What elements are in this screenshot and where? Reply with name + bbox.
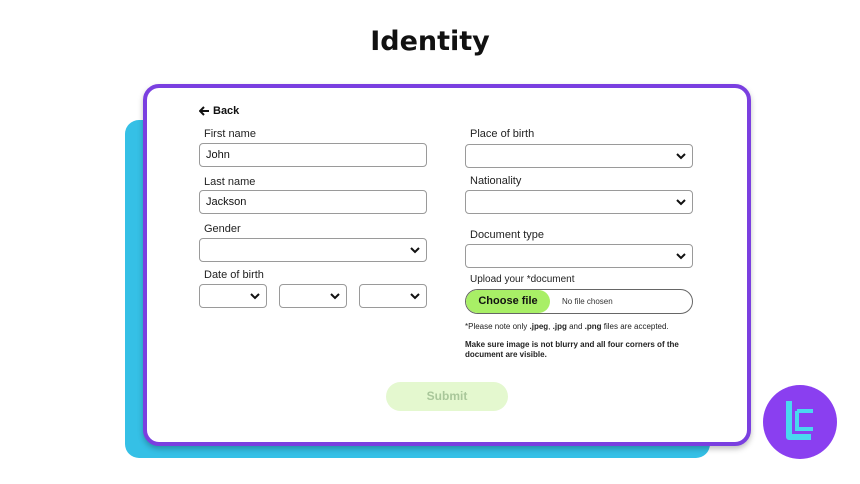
image-quality-note: Make sure image is not blurry and all fo… <box>465 340 679 359</box>
brand-logo-icon <box>763 385 837 459</box>
last-name-label: Last name <box>204 176 256 188</box>
document-type-label: Document type <box>470 229 544 241</box>
chevron-down-icon <box>410 247 420 254</box>
upload-status: No file chosen <box>562 297 613 306</box>
file-type-note: *Please note only .jpeg, .jpg and .png f… <box>465 322 669 331</box>
document-upload-field[interactable]: Choose file No file chosen <box>465 289 693 314</box>
dob-month-select[interactable] <box>279 284 347 308</box>
document-type-select[interactable] <box>465 244 693 268</box>
arrow-left-icon <box>199 106 210 116</box>
dob-year-select[interactable] <box>359 284 427 308</box>
chevron-down-icon <box>676 153 686 160</box>
page-title: Identity <box>370 26 490 57</box>
dob-day-select[interactable] <box>199 284 267 308</box>
place-of-birth-select[interactable] <box>465 144 693 168</box>
chevron-down-icon <box>676 199 686 206</box>
nationality-label: Nationality <box>470 175 522 187</box>
last-name-input[interactable]: Jackson <box>199 190 427 214</box>
back-label: Back <box>213 105 240 117</box>
gender-select[interactable] <box>199 238 427 262</box>
chevron-down-icon <box>410 293 420 300</box>
place-of-birth-label: Place of birth <box>470 128 535 140</box>
upload-label: Upload your *document <box>470 274 575 285</box>
identity-form-card: Back First name John Last name Jackson G… <box>143 84 751 446</box>
nationality-select[interactable] <box>465 190 693 214</box>
chevron-down-icon <box>330 293 340 300</box>
choose-file-button[interactable]: Choose file <box>466 290 550 313</box>
gender-label: Gender <box>204 223 241 235</box>
chevron-down-icon <box>250 293 260 300</box>
submit-button[interactable]: Submit <box>386 382 508 411</box>
back-button[interactable]: Back <box>199 105 239 117</box>
date-of-birth-label: Date of birth <box>204 269 264 281</box>
chevron-down-icon <box>676 253 686 260</box>
first-name-input[interactable]: John <box>199 143 427 167</box>
first-name-label: First name <box>204 128 256 140</box>
